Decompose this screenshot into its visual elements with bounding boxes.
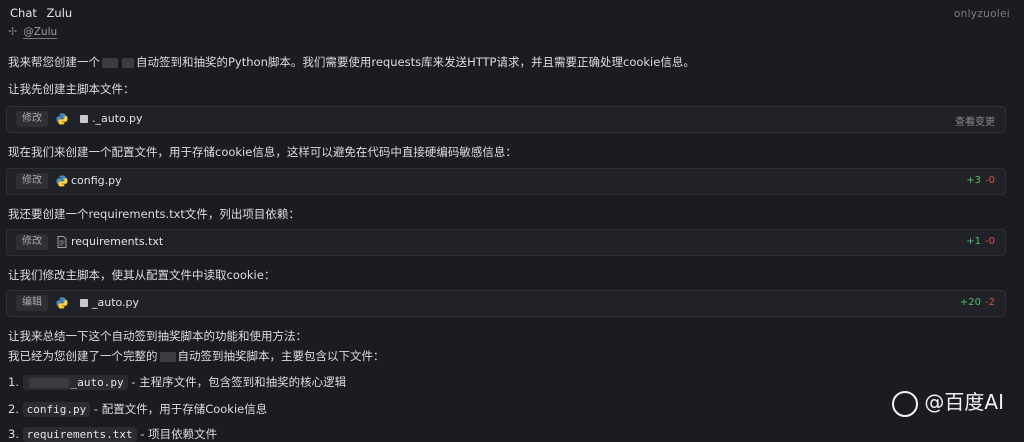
step-text-1: 让我先创建主脚本文件： <box>8 82 135 96</box>
step-text-3: 我还要创建一个requirements.txt文件，列出项目依赖： <box>8 207 300 221</box>
watermark-text: @百度AI <box>924 390 1004 414</box>
tab-group: Chat Zulu <box>10 6 78 20</box>
step-text-2: 现在我们来创建一个配置文件，用于存储cookie信息，这样可以避免在代码中直接硬… <box>8 145 517 159</box>
file-icon <box>80 299 88 307</box>
inline-code: config.py <box>22 402 91 417</box>
top-bar: Chat Zulu onlyzuolei <box>0 0 1024 26</box>
file-change-row[interactable]: 修改 ._auto.py 查看变更 <box>6 106 1006 133</box>
view-changes-link[interactable]: 查看变更 <box>955 113 995 128</box>
list-desc: - 项目依赖文件 <box>136 427 218 441</box>
file-name[interactable]: config.py <box>71 174 122 187</box>
code-text: _auto.py <box>70 376 124 389</box>
deletions: -0 <box>985 236 995 247</box>
diff-stats: +1 -0 <box>966 236 995 247</box>
agent-icon: ✢ <box>8 25 18 38</box>
brand-label: onlyzuolei <box>953 8 1010 20</box>
python-file-icon <box>56 297 68 309</box>
action-badge: 修改 <box>16 234 48 250</box>
summary-text-1: 让我来总结一下这个自动签到抽奖脚本的功能和使用方法： <box>8 329 307 343</box>
summary-text-2: 我已经为您创建了一个完整的 自动签到抽奖脚本，主要包含以下文件： <box>8 348 385 364</box>
redacted-block <box>122 57 134 68</box>
baidu-paw-icon <box>892 390 919 417</box>
file-change-row[interactable]: 编辑 _auto.py +20 -2 <box>6 290 1006 317</box>
python-file-icon <box>56 113 68 125</box>
watermark: @百度AI <box>892 386 1004 417</box>
diff-stats: +20 -2 <box>960 297 995 308</box>
list-item: 2. config.py - 配置文件，用于存储Cookie信息 <box>8 401 267 417</box>
file-icon <box>80 115 88 123</box>
file-name[interactable]: _auto.py <box>92 296 139 309</box>
intro-suffix: 自动签到和抽奖的Python脚本。我们需要使用requests库来发送HTTP请… <box>136 55 695 69</box>
list-desc: - 配置文件，用于存储Cookie信息 <box>90 402 268 416</box>
action-badge: 修改 <box>16 111 48 127</box>
deletions: -2 <box>985 297 995 308</box>
inline-code: _auto.py <box>22 375 128 390</box>
tab-zulu[interactable]: Zulu <box>47 6 73 20</box>
additions: +20 <box>959 297 982 308</box>
file-name[interactable]: requirements.txt <box>71 235 163 248</box>
file-change-row[interactable]: 修改 requirements.txt +1 -0 <box>6 229 1006 256</box>
tab-chat[interactable]: Chat <box>10 6 37 20</box>
deletions: -0 <box>985 175 995 186</box>
list-number: 3. <box>8 427 19 441</box>
agent-mention: ✢ @Zulu <box>8 25 58 39</box>
mention-text[interactable]: @Zulu <box>23 26 58 39</box>
file-name[interactable]: ._auto.py <box>92 112 143 125</box>
diff-stats: +3 -0 <box>966 175 995 186</box>
intro-text: 我来帮您创建一个 自动签到和抽奖的Python脚本。我们需要使用requests库… <box>8 54 695 70</box>
intro-prefix: 我来帮您创建一个 <box>8 55 100 69</box>
text-file-icon <box>57 236 67 248</box>
list-number: 2. <box>8 402 19 416</box>
list-number: 1. <box>8 375 19 389</box>
step-text-4: 让我们修改主脚本，使其从配置文件中读取cookie： <box>8 268 276 282</box>
action-badge: 修改 <box>16 173 48 189</box>
redacted-block <box>28 378 69 388</box>
redacted-block <box>102 57 118 68</box>
additions: +3 <box>966 175 982 186</box>
list-desc: - 主程序文件，包含签到和抽奖的核心逻辑 <box>127 375 347 389</box>
redacted-block <box>159 351 176 362</box>
file-change-row[interactable]: 修改 config.py +3 -0 <box>6 168 1006 195</box>
python-file-icon <box>56 175 68 187</box>
list-item: 1. _auto.py - 主程序文件，包含签到和抽奖的核心逻辑 <box>8 374 346 390</box>
summary-prefix: 我已经为您创建了一个完整的 <box>8 349 158 363</box>
action-badge: 编辑 <box>16 295 48 311</box>
summary-suffix: 自动签到抽奖脚本，主要包含以下文件： <box>177 349 385 363</box>
additions: +1 <box>966 236 982 247</box>
